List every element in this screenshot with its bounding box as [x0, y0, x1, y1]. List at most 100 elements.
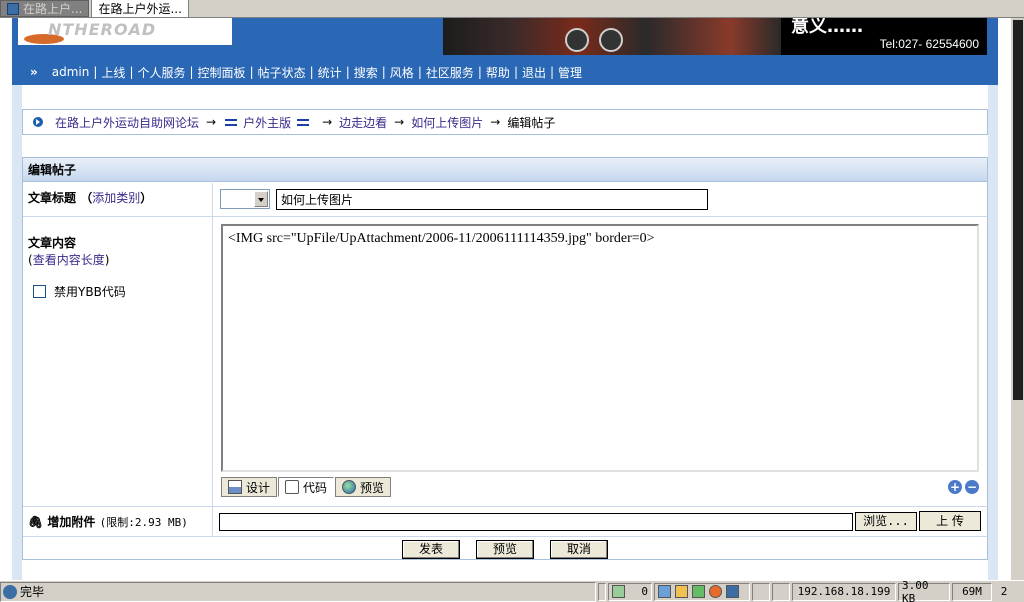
nav-item-community[interactable]: 社区服务 — [422, 64, 478, 81]
banner-tel: Tel:027- 62554600 — [879, 37, 979, 51]
breadcrumb-forum-home[interactable]: 在路上户外运动自助网论坛 — [55, 114, 199, 131]
category-select[interactable] — [220, 189, 270, 209]
page-viewport: NTHEROAD 意义…… Tel:027- 62554600 » admin … — [0, 18, 1010, 580]
cancel-button[interactable]: 取消 — [550, 539, 608, 559]
content-label-cell: 文章内容 (查看内容长度) 禁用YBB代码 — [23, 217, 213, 506]
nav-item-control-panel[interactable]: 控制面板 — [194, 64, 250, 81]
paperclip-icon: 🖇 — [28, 515, 44, 529]
browser-tab-label: 在路上户外运... — [98, 2, 182, 16]
title-row: 文章标题 （添加类别） — [23, 183, 987, 217]
scrollbar-thumb[interactable] — [1013, 20, 1023, 400]
globe-icon — [342, 480, 357, 494]
site-logo[interactable]: NTHEROAD — [18, 18, 232, 45]
tab-preview[interactable]: 预览 — [335, 477, 392, 497]
nav-item-personal[interactable]: 个人服务 — [133, 64, 189, 81]
attachment-field-cell: 浏览... 上 传 — [214, 507, 987, 536]
nav-item-style[interactable]: 风格 — [386, 64, 418, 81]
page-icon — [7, 2, 19, 15]
status-number: 2 — [1000, 585, 1008, 598]
add-category-link[interactable]: 添加类别 — [92, 191, 140, 205]
window-icon[interactable] — [726, 585, 739, 598]
nav-marker: » — [30, 65, 38, 79]
popup-block-icon[interactable] — [675, 585, 688, 598]
nav-item-search[interactable]: 搜索 — [350, 64, 382, 81]
logo-text: NTHEROAD — [48, 20, 157, 39]
browser-tab-1[interactable]: 在路上户... — [0, 0, 90, 17]
tab-design-label: 设计 — [246, 480, 271, 495]
nav-item-logout[interactable]: 退出 — [518, 64, 550, 81]
main-nav: » admin | 上线 | 个人服务 | 控制面板 | 帖子状态 | 统计 |… — [12, 61, 998, 83]
globe-icon — [3, 584, 17, 599]
status-ip: 192.168.18.199 — [792, 582, 896, 601]
status-spacer — [772, 582, 790, 601]
status-memory: 69M — [952, 582, 992, 601]
status-bar: 完毕 0 192.168.18.199 3.00 KB 69M 2 — [0, 579, 1024, 602]
attachment-limit: (限制:2.93 MB) — [99, 516, 188, 529]
refresh-icon[interactable] — [692, 585, 705, 598]
browser-tab-strip: 在路上户... 在路上户外运... — [0, 0, 1024, 18]
breadcrumb-arrow: → — [394, 115, 405, 129]
title-field-cell — [214, 183, 987, 216]
plus-icon[interactable]: + — [948, 480, 962, 494]
form-title: 编辑帖子 — [23, 158, 987, 182]
nav-item-online[interactable]: 上线 — [97, 64, 129, 81]
board-icon — [225, 118, 238, 126]
page-wrapper: NTHEROAD 意义…… Tel:027- 62554600 » admin … — [12, 18, 998, 580]
disable-ybb-checkbox[interactable] — [33, 285, 46, 298]
tab-preview-label: 预览 — [360, 480, 385, 495]
breadcrumb-bullet-icon — [33, 117, 43, 127]
chevron-down-icon[interactable] — [254, 191, 268, 207]
nav-item-manage[interactable]: 管理 — [554, 64, 586, 81]
status-done: 完毕 — [20, 585, 45, 599]
tab-design[interactable]: 设计 — [221, 477, 278, 497]
status-spacer — [598, 582, 606, 601]
breadcrumb-arrow: → — [206, 115, 217, 129]
title-input[interactable] — [276, 189, 708, 210]
status-count: 0 — [641, 585, 648, 598]
status-size: 3.00 KB — [898, 579, 950, 602]
vertical-scrollbar[interactable] — [1010, 18, 1024, 580]
breadcrumb-current: 编辑帖子 — [507, 115, 556, 130]
flower-icon[interactable] — [709, 585, 722, 598]
breadcrumb-topic[interactable]: 如何上传图片 — [411, 114, 483, 131]
editor-mode-tabs: 设计 代码 预览 — [221, 477, 392, 497]
disable-ybb-label: 禁用YBB代码 — [54, 285, 126, 299]
title-label-cell: 文章标题 （添加类别） — [23, 183, 213, 216]
banner-contact: 意义…… Tel:027- 62554600 — [781, 18, 987, 55]
status-icons-cell — [654, 582, 750, 601]
editor-resize-controls: + − — [948, 480, 979, 494]
trash-icon — [612, 585, 625, 598]
minus-icon[interactable]: − — [965, 480, 979, 494]
attachment-label: 增加附件 — [47, 515, 96, 529]
upload-button[interactable]: 上 传 — [919, 511, 981, 531]
status-spacer — [752, 582, 770, 601]
file-path-input[interactable] — [219, 513, 853, 531]
network-icon[interactable] — [658, 585, 671, 598]
browser-tab-label: 在路上户... — [23, 2, 83, 16]
tab-code[interactable]: 代码 — [278, 477, 335, 497]
breadcrumb-main-board[interactable]: 户外主版 — [243, 114, 291, 131]
content-editor[interactable]: <IMG src="UpFile/UpAttachment/2006-11/20… — [221, 224, 979, 472]
breadcrumb-arrow: → — [490, 115, 501, 129]
nav-item-stats[interactable]: 统计 — [314, 64, 346, 81]
breadcrumb-sub-board[interactable]: 边走边看 — [339, 114, 387, 131]
content-field-cell: <IMG src="UpFile/UpAttachment/2006-11/20… — [214, 217, 987, 506]
preview-button[interactable]: 预览 — [476, 539, 534, 559]
banner-ad[interactable] — [443, 18, 781, 55]
submit-button[interactable]: 发表 — [402, 539, 460, 559]
content-inner: 在路上户外运动自助网论坛 → 户外主版 → 边走边看 → 如何上传图片 → 编辑… — [22, 85, 988, 580]
design-icon — [228, 480, 242, 494]
view-length-link[interactable]: 查看内容长度 — [33, 253, 105, 267]
browse-button[interactable]: 浏览... — [855, 512, 917, 531]
site-header: NTHEROAD 意义…… Tel:027- 62554600 — [12, 18, 998, 56]
edit-post-form: 编辑帖子 文章标题 （添加类别） 如何上传图片 文章内容 (查看内容长度) 禁用… — [22, 157, 988, 560]
status-text-cell: 完毕 — [0, 581, 596, 602]
nav-item-post-status[interactable]: 帖子状态 — [254, 64, 310, 81]
breadcrumb: 在路上户外运动自助网论坛 → 户外主版 → 边走边看 → 如何上传图片 → 编辑… — [22, 109, 988, 135]
nav-item-help[interactable]: 帮助 — [482, 64, 514, 81]
title-label: 文章标题 — [28, 191, 77, 205]
disable-ybb-option[interactable]: 禁用YBB代码 — [33, 283, 126, 300]
browser-tab-2[interactable]: 在路上户外运... — [91, 0, 189, 17]
content-label: 文章内容 — [28, 236, 77, 250]
nav-item-admin[interactable]: admin — [48, 65, 94, 79]
